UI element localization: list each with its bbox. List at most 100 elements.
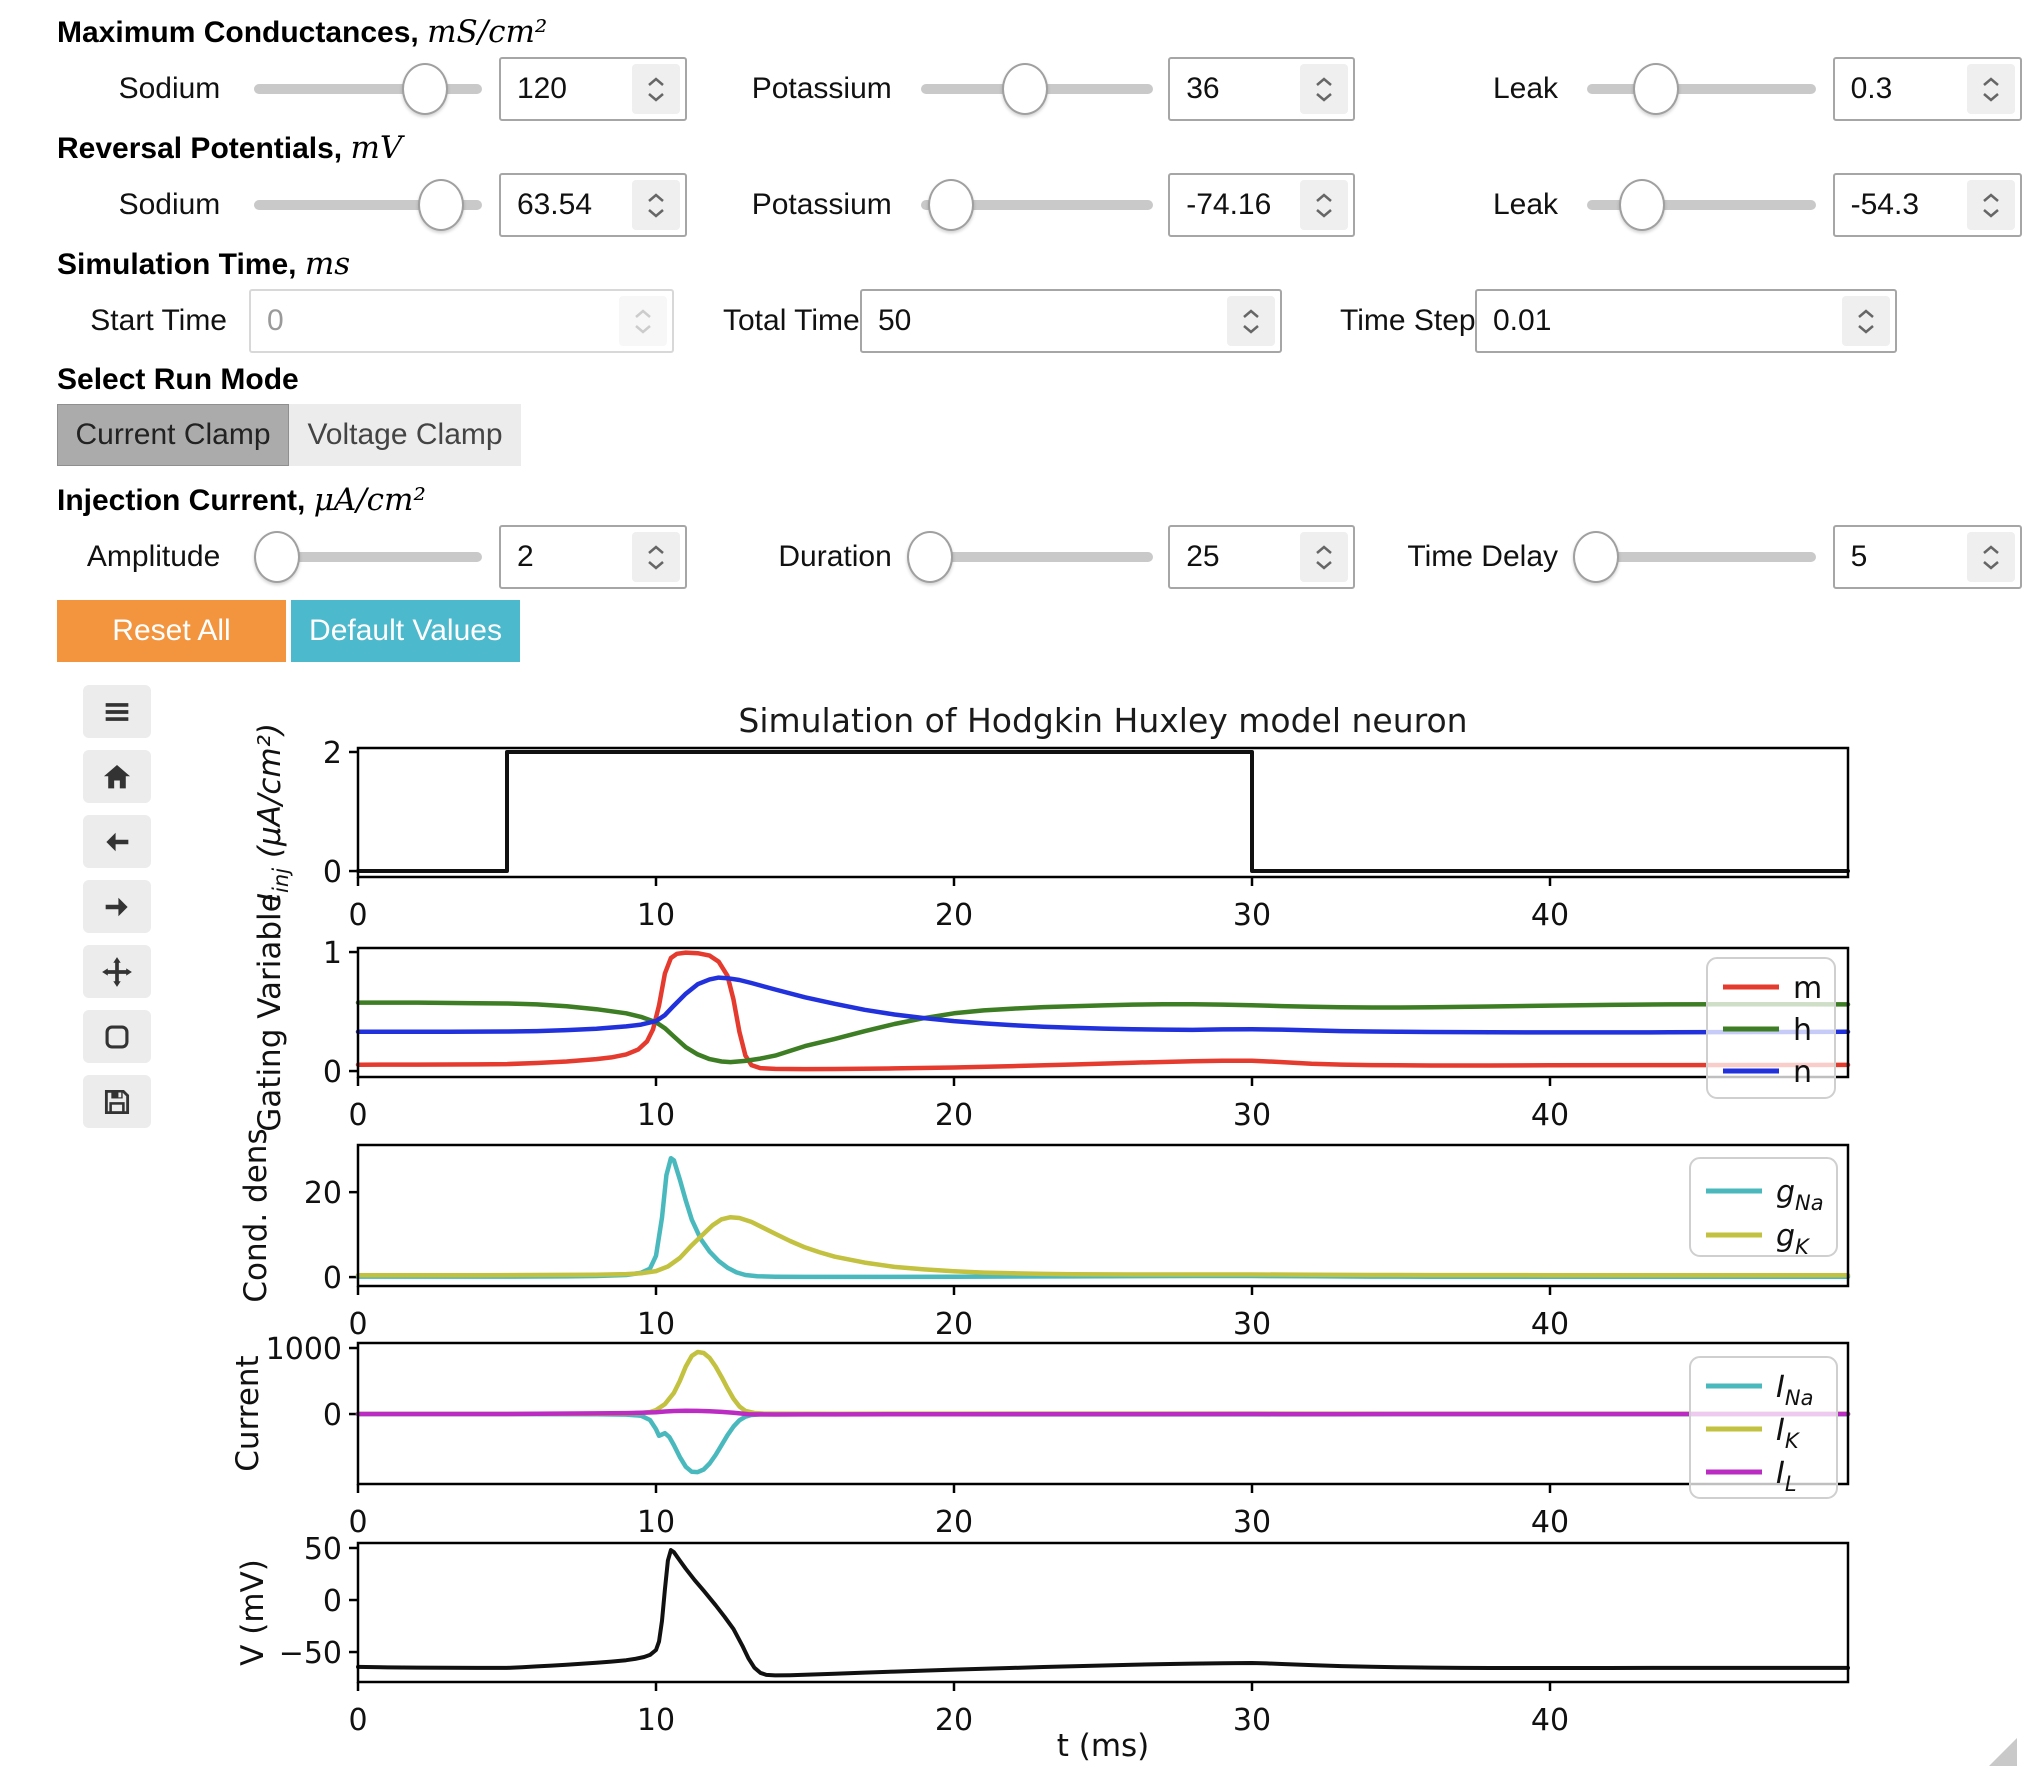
eleak-input[interactable]: -54.3 xyxy=(1833,173,2022,237)
reset-all-button[interactable]: Reset All xyxy=(57,600,286,662)
current-clamp-button[interactable]: Current Clamp xyxy=(57,404,289,466)
slider-handle[interactable] xyxy=(1633,63,1679,115)
label-duration: Duration xyxy=(731,540,891,574)
pan-icon[interactable] xyxy=(83,945,151,998)
svg-text:30: 30 xyxy=(1233,1703,1271,1738)
figure-area: Simulation of Hodgkin Huxley model neuro… xyxy=(230,660,2022,1772)
heading-unit: mS/cm² xyxy=(427,14,547,50)
spinner-icon[interactable] xyxy=(1967,64,2015,114)
spinner-icon[interactable] xyxy=(1227,296,1275,346)
duration-input[interactable]: 25 xyxy=(1168,525,1355,589)
slider-handle[interactable] xyxy=(928,179,974,231)
figure-canvas[interactable]: Simulation of Hodgkin Huxley model neuro… xyxy=(230,660,2022,1772)
spinner-icon[interactable] xyxy=(632,180,680,230)
svg-text:0: 0 xyxy=(348,1703,367,1738)
resize-grip-icon[interactable] xyxy=(1989,1738,2017,1766)
forward-icon[interactable] xyxy=(83,880,151,933)
ek-input[interactable]: -74.16 xyxy=(1168,173,1355,237)
slider-handle[interactable] xyxy=(1573,531,1619,583)
label-ena: Sodium xyxy=(57,188,220,222)
spinner-icon[interactable] xyxy=(1967,532,2015,582)
row-reversal-potentials: Sodium 63.54 Potassium -74.16 Leak -54.3 xyxy=(57,172,2022,238)
svg-text:2: 2 xyxy=(323,736,342,771)
svg-text:0: 0 xyxy=(323,1261,342,1296)
amplitude-value: 2 xyxy=(501,540,534,574)
gk-value: 36 xyxy=(1170,72,1219,106)
svg-text:30: 30 xyxy=(1233,1505,1271,1540)
spinner-icon[interactable] xyxy=(632,532,680,582)
duration-slider[interactable] xyxy=(921,529,1153,585)
save-icon[interactable] xyxy=(83,1075,151,1128)
svg-text:V (mV): V (mV) xyxy=(235,1559,271,1666)
svg-text:20: 20 xyxy=(935,1098,973,1133)
spinner-icon[interactable] xyxy=(1300,64,1348,114)
ena-slider[interactable] xyxy=(254,177,482,233)
svg-text:20: 20 xyxy=(304,1176,342,1211)
svg-text:0: 0 xyxy=(348,1098,367,1133)
slider-handle[interactable] xyxy=(418,179,464,231)
svg-text:t (ms): t (ms) xyxy=(1057,1728,1150,1764)
heading-text: Simulation Time, xyxy=(57,248,297,281)
svg-text:30: 30 xyxy=(1233,898,1271,933)
label-ek: Potassium xyxy=(731,188,891,222)
time-step-input[interactable]: 0.01 xyxy=(1475,289,1897,353)
voltage-clamp-button[interactable]: Voltage Clamp xyxy=(289,404,521,466)
spinner-icon[interactable] xyxy=(1300,532,1348,582)
label-gleak: Leak xyxy=(1395,72,1558,106)
slider-handle[interactable] xyxy=(254,531,300,583)
gna-slider[interactable] xyxy=(254,61,482,117)
time-delay-slider[interactable] xyxy=(1587,529,1816,585)
slider-handle[interactable] xyxy=(907,531,953,583)
svg-text:40: 40 xyxy=(1531,1505,1569,1540)
slider-handle[interactable] xyxy=(1619,179,1665,231)
spinner-icon[interactable] xyxy=(1967,180,2015,230)
spinner-icon[interactable] xyxy=(1300,180,1348,230)
amplitude-input[interactable]: 2 xyxy=(499,525,687,589)
svg-text:40: 40 xyxy=(1531,1098,1569,1133)
menu-icon[interactable] xyxy=(83,685,151,738)
zoom-rect-icon[interactable] xyxy=(83,1010,151,1063)
spinner-icon[interactable] xyxy=(632,64,680,114)
time-delay-input[interactable]: 5 xyxy=(1833,525,2022,589)
slider-track xyxy=(921,552,1153,562)
gna-value: 120 xyxy=(501,72,567,106)
slider-track xyxy=(1587,552,1816,562)
svg-text:Iinj (μA/cm²): Iinj (μA/cm²) xyxy=(252,723,293,902)
gna-input[interactable]: 120 xyxy=(499,57,687,121)
svg-text:h: h xyxy=(1793,1013,1812,1048)
spinner-icon[interactable] xyxy=(1842,296,1890,346)
label-start-time: Start Time xyxy=(57,304,227,338)
gleak-slider[interactable] xyxy=(1587,61,1816,117)
svg-text:Simulation of Hodgkin Huxley m: Simulation of Hodgkin Huxley model neuro… xyxy=(738,701,1467,740)
row-max-conductances: Sodium 120 Potassium 36 Leak 0.3 xyxy=(57,56,2022,122)
back-icon[interactable] xyxy=(83,815,151,868)
gk-input[interactable]: 36 xyxy=(1168,57,1355,121)
label-time-step: Time Step xyxy=(1340,304,1457,338)
default-values-button[interactable]: Default Values xyxy=(291,600,520,662)
svg-text:50: 50 xyxy=(304,1532,342,1567)
slider-handle[interactable] xyxy=(402,63,448,115)
ek-slider[interactable] xyxy=(921,177,1153,233)
amplitude-slider[interactable] xyxy=(254,529,482,585)
gk-slider[interactable] xyxy=(921,61,1153,117)
svg-text:0: 0 xyxy=(323,1584,342,1619)
total-time-input[interactable]: 50 xyxy=(860,289,1282,353)
slider-handle[interactable] xyxy=(1002,63,1048,115)
svg-text:0: 0 xyxy=(348,1505,367,1540)
svg-text:20: 20 xyxy=(935,1307,973,1342)
heading-text: Injection Current, xyxy=(57,484,305,517)
heading-unit: μA/cm² xyxy=(314,482,426,518)
home-icon[interactable] xyxy=(83,750,151,803)
eleak-slider[interactable] xyxy=(1587,177,1816,233)
duration-value: 25 xyxy=(1170,540,1219,574)
svg-text:20: 20 xyxy=(935,1505,973,1540)
svg-text:Cond. dens: Cond. dens xyxy=(238,1128,274,1302)
ek-value: -74.16 xyxy=(1170,188,1271,222)
gleak-input[interactable]: 0.3 xyxy=(1833,57,2022,121)
gleak-value: 0.3 xyxy=(1835,72,1893,106)
heading-text: Reversal Potentials, xyxy=(57,132,342,165)
svg-text:0: 0 xyxy=(348,1307,367,1342)
ena-input[interactable]: 63.54 xyxy=(499,173,687,237)
svg-text:Current: Current xyxy=(230,1355,266,1471)
heading-unit: ms xyxy=(305,246,350,282)
